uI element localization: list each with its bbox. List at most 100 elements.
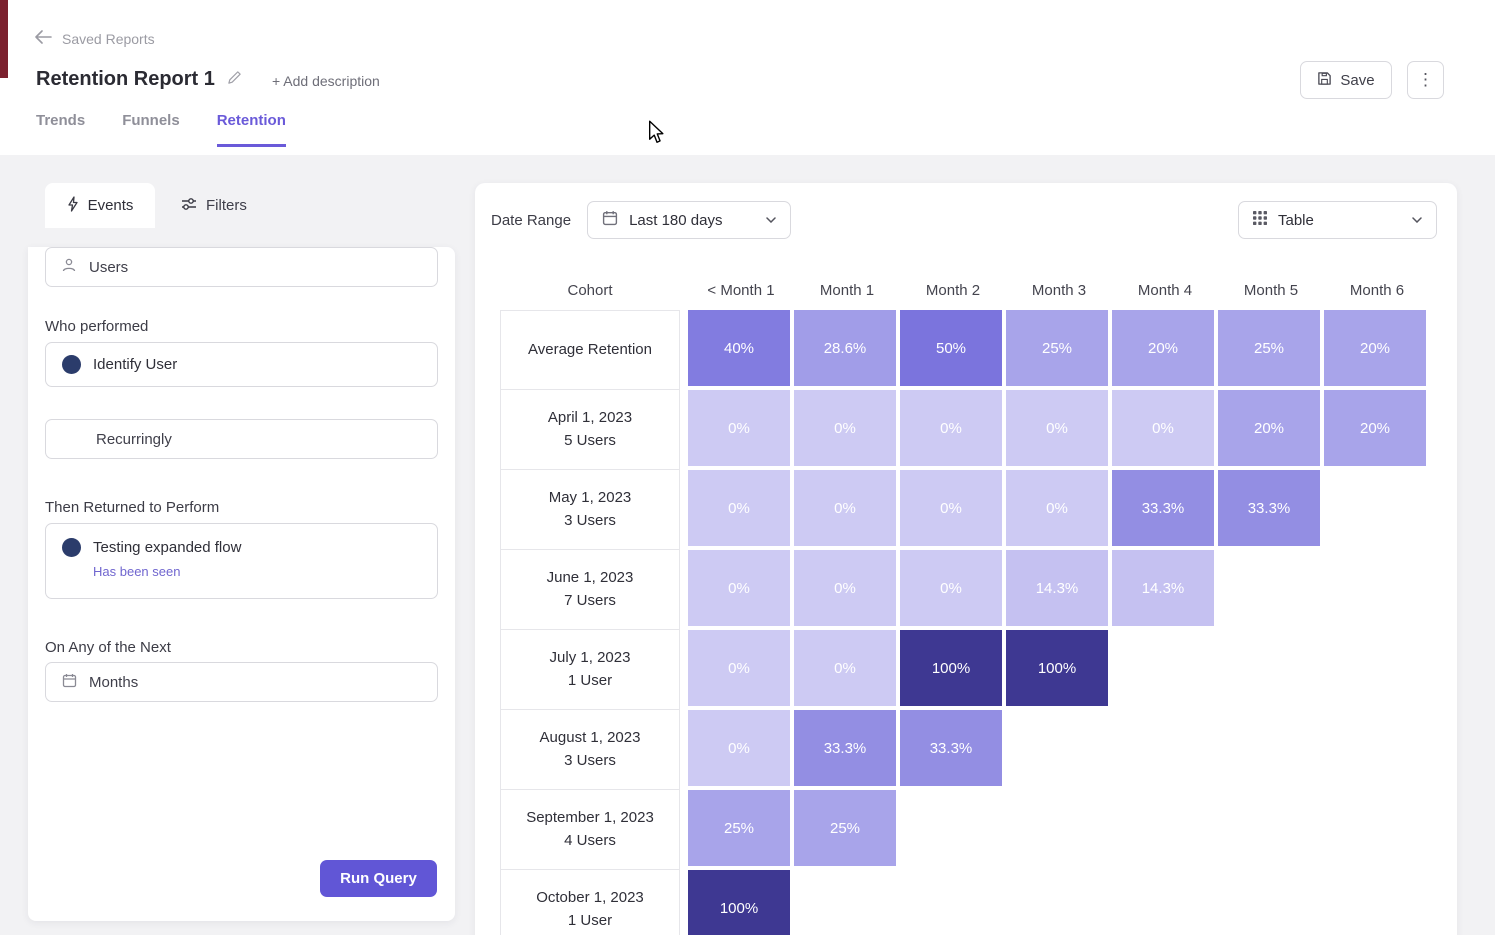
- retention-cell[interactable]: 0%: [794, 630, 896, 706]
- retention-cell[interactable]: 20%: [1112, 310, 1214, 386]
- cohort-user-count: 3 Users: [564, 510, 616, 532]
- calendar-icon: [602, 210, 618, 230]
- retention-cell[interactable]: 0%: [688, 630, 790, 706]
- cohort-cell: May 1, 20233 Users: [500, 470, 680, 550]
- query-panel-body: Users Who performed Identify User Recurr…: [28, 247, 455, 921]
- table-header-row: Cohort< Month 1Month 1Month 2Month 3Mont…: [500, 270, 1457, 310]
- view-type-dropdown[interactable]: Table: [1238, 201, 1437, 239]
- cohort-label: April 1, 2023: [548, 407, 632, 429]
- retention-table: Cohort< Month 1Month 1Month 2Month 3Mont…: [500, 270, 1457, 935]
- retention-cell[interactable]: 0%: [900, 390, 1002, 466]
- run-query-button[interactable]: Run Query: [320, 860, 437, 897]
- tab-filters[interactable]: Filters: [181, 197, 247, 215]
- table-row: April 1, 20235 Users0%0%0%0%0%20%20%: [500, 390, 1457, 470]
- retention-cell[interactable]: 0%: [794, 470, 896, 546]
- retention-cell[interactable]: 25%: [1006, 310, 1108, 386]
- retention-cell[interactable]: 25%: [688, 790, 790, 866]
- retention-cell[interactable]: 100%: [900, 630, 1002, 706]
- retention-cell[interactable]: 33.3%: [1112, 470, 1214, 546]
- query-panel-tabs: Events Filters: [28, 183, 455, 228]
- date-range-dropdown[interactable]: Last 180 days: [587, 201, 791, 239]
- retention-cell[interactable]: 100%: [688, 870, 790, 935]
- retention-cell[interactable]: 0%: [688, 550, 790, 626]
- retention-cell[interactable]: 28.6%: [794, 310, 896, 386]
- cohort-label: August 1, 2023: [540, 727, 641, 749]
- tab-events[interactable]: Events: [45, 183, 155, 228]
- retention-cell[interactable]: 0%: [1112, 390, 1214, 466]
- retention-cell[interactable]: 33.3%: [900, 710, 1002, 786]
- retention-cell[interactable]: 0%: [688, 390, 790, 466]
- cohort-cell: July 1, 20231 User: [500, 630, 680, 710]
- tab-trends[interactable]: Trends: [36, 112, 85, 147]
- add-description-button[interactable]: + Add description: [272, 73, 380, 89]
- column-header: Month 1: [794, 282, 900, 299]
- retention-cell[interactable]: 33.3%: [1218, 470, 1320, 546]
- cohort-label: June 1, 2023: [547, 567, 634, 589]
- save-label: Save: [1340, 72, 1374, 89]
- users-selector[interactable]: Users: [45, 247, 438, 287]
- save-button[interactable]: Save: [1300, 61, 1392, 99]
- cohort-label: September 1, 2023: [526, 807, 654, 829]
- retention-cell[interactable]: 40%: [688, 310, 790, 386]
- date-range-label: Date Range: [491, 212, 571, 229]
- retention-cell[interactable]: 14.3%: [1112, 550, 1214, 626]
- then-returned-label: Then Returned to Perform: [45, 459, 438, 516]
- event-dot-icon: [62, 538, 81, 557]
- cohort-label: Average Retention: [528, 339, 652, 361]
- has-been-seen-link[interactable]: Has been seen: [93, 564, 421, 579]
- recurringly-selector[interactable]: Recurringly: [45, 419, 438, 459]
- back-arrow-icon: [34, 30, 52, 47]
- users-selector-label: Users: [89, 259, 128, 276]
- retention-cell[interactable]: 0%: [688, 710, 790, 786]
- cohort-user-count: 1 User: [568, 670, 612, 692]
- column-header: Month 5: [1218, 282, 1324, 299]
- return-event-row: Testing expanded flow: [62, 538, 421, 557]
- retention-cell[interactable]: 20%: [1324, 310, 1426, 386]
- retention-cell[interactable]: 0%: [900, 470, 1002, 546]
- back-label: Saved Reports: [62, 31, 155, 47]
- retention-cell[interactable]: 20%: [1324, 390, 1426, 466]
- column-header: Month 6: [1324, 282, 1430, 299]
- retention-cell[interactable]: 0%: [794, 550, 896, 626]
- retention-cell[interactable]: 50%: [900, 310, 1002, 386]
- tab-retention[interactable]: Retention: [217, 112, 286, 147]
- cohort-cell: September 1, 20234 Users: [500, 790, 680, 870]
- table-row: August 1, 20233 Users0%33.3%33.3%: [500, 710, 1457, 790]
- retention-cell[interactable]: 0%: [688, 470, 790, 546]
- return-event-name: Testing expanded flow: [93, 539, 241, 556]
- header-bar: Saved Reports Retention Report 1 + Add d…: [0, 0, 1495, 155]
- events-tab-label: Events: [88, 197, 134, 214]
- months-selector[interactable]: Months: [45, 662, 438, 702]
- table-row: Average Retention40%28.6%50%25%20%25%20%: [500, 310, 1457, 390]
- retention-cell[interactable]: 25%: [794, 790, 896, 866]
- cohort-cell: Average Retention: [500, 310, 680, 390]
- retention-cell[interactable]: 0%: [1006, 390, 1108, 466]
- retention-cell[interactable]: 100%: [1006, 630, 1108, 706]
- retention-cell[interactable]: 0%: [794, 390, 896, 466]
- identify-user-event[interactable]: Identify User: [45, 342, 438, 387]
- return-event-box[interactable]: Testing expanded flow Has been seen: [45, 523, 438, 599]
- table-body: Average Retention40%28.6%50%25%20%25%20%…: [500, 310, 1457, 935]
- edit-title-icon[interactable]: [227, 70, 242, 90]
- retention-report-page: { "header": { "back_label": "Saved Repor…: [0, 0, 1495, 935]
- retention-cell[interactable]: 0%: [1006, 470, 1108, 546]
- cohort-cell: October 1, 20231 User: [500, 870, 680, 935]
- more-options-button[interactable]: ⋮: [1407, 61, 1444, 99]
- retention-cell[interactable]: 14.3%: [1006, 550, 1108, 626]
- who-performed-label: Who performed: [45, 287, 438, 335]
- retention-cell[interactable]: 25%: [1218, 310, 1320, 386]
- cohort-cell: April 1, 20235 Users: [500, 390, 680, 470]
- results-toolbar: Date Range Last 180 days Table: [475, 183, 1457, 239]
- retention-cell[interactable]: 0%: [900, 550, 1002, 626]
- tab-funnels[interactable]: Funnels: [122, 112, 180, 147]
- column-header: Cohort: [500, 282, 680, 299]
- table-row: September 1, 20234 Users25%25%: [500, 790, 1457, 870]
- back-to-saved-reports[interactable]: Saved Reports: [34, 30, 155, 47]
- cohort-user-count: 5 Users: [564, 430, 616, 452]
- retention-cell[interactable]: 20%: [1218, 390, 1320, 466]
- save-icon: [1317, 71, 1332, 90]
- retention-cell[interactable]: 33.3%: [794, 710, 896, 786]
- column-header: Month 2: [900, 282, 1006, 299]
- page-title: Retention Report 1: [36, 68, 215, 91]
- title-row: Retention Report 1: [36, 68, 242, 91]
